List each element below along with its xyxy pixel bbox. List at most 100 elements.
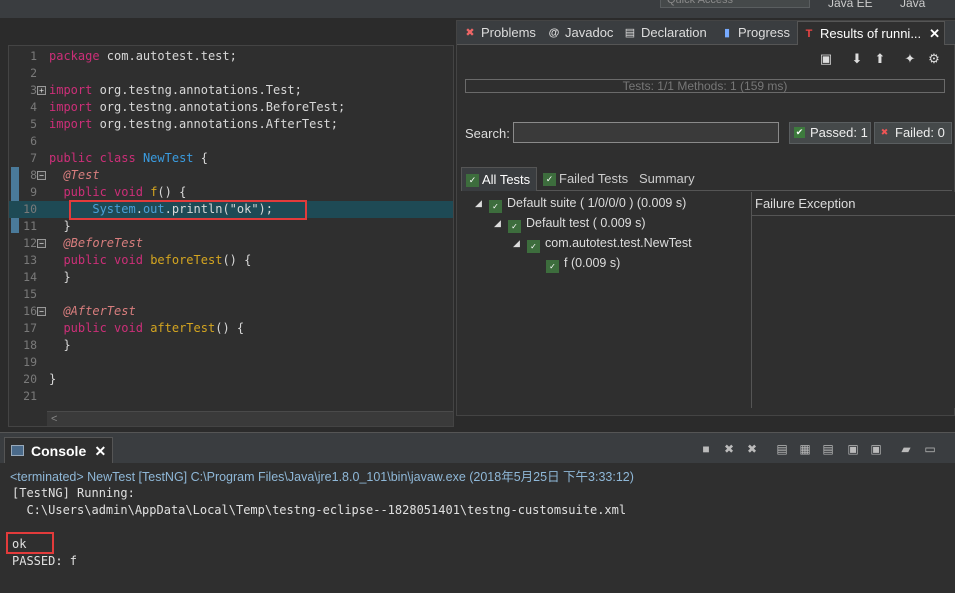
code-token: () { — [222, 253, 252, 267]
editor-horizontal-scrollbar[interactable]: < — [47, 411, 453, 426]
code-line[interactable]: 19 — [9, 354, 453, 371]
code-token: () { — [157, 185, 187, 199]
fold-toggle-icon[interactable]: − — [37, 171, 46, 180]
code-line[interactable]: 4 import org.testng.annotations.BeforeTes… — [9, 99, 453, 116]
code-line[interactable]: 17 public void afterTest() { — [9, 320, 453, 337]
code-line[interactable]: 15 — [9, 286, 453, 303]
perspective-java-ee[interactable]: Java EE — [828, 0, 873, 10]
expand-triangle-icon[interactable]: ◢ — [494, 214, 501, 232]
code-text: import org.testng.annotations.AfterTest; — [49, 116, 338, 133]
console-view: Console ✕ ■ ✖ ✖ ▤ ▦ ▤ ▣ ▣ ▰ ▭ <terminated… — [0, 432, 955, 593]
tree-node-suite[interactable]: ◢ ✓ Default suite ( 1/0/0/0 ) (0.009 s) — [475, 194, 687, 213]
line-number: 8 — [30, 168, 37, 182]
code-token: import — [49, 117, 93, 131]
failed-label: Failed: 0 — [895, 125, 945, 140]
tab-failed-tests-label: Failed Tests — [559, 171, 629, 186]
word-wrap-icon[interactable]: ▤ — [820, 441, 836, 457]
close-icon[interactable]: ✕ — [929, 22, 940, 46]
cross-icon: ✖ — [880, 127, 889, 137]
previous-failure-icon[interactable]: ⬆ — [871, 50, 889, 68]
show-on-output-icon[interactable]: ▣ — [845, 441, 861, 457]
tree-node-method[interactable]: ✓ f (0.009 s) — [546, 254, 621, 273]
perspective-java[interactable]: Java — [900, 0, 925, 10]
console-icon — [11, 445, 24, 456]
code-line[interactable]: 20} — [9, 371, 453, 388]
declaration-icon: ▤ — [624, 27, 636, 39]
tree-node-test[interactable]: ◢ ✓ Default test ( 0.009 s) — [494, 214, 646, 233]
code-line[interactable]: 8− @Test — [9, 167, 453, 184]
tab-console[interactable]: Console ✕ — [4, 437, 114, 464]
terminate-icon[interactable]: ■ — [698, 441, 714, 457]
console-tab-bar: Console ✕ ■ ✖ ✖ ▤ ▦ ▤ ▣ ▣ ▰ ▭ — [0, 433, 955, 463]
quick-access-input[interactable]: Quick Access — [660, 0, 810, 8]
tab-testng-results-label: Results of runni... — [820, 26, 922, 41]
code-line[interactable]: 18 } — [9, 337, 453, 354]
next-failure-icon[interactable]: ⬇ — [848, 50, 866, 68]
search-input[interactable] — [513, 122, 779, 143]
tab-testng-results[interactable]: T Results of runni... ✕ — [797, 21, 945, 45]
line-number: 21 — [23, 389, 37, 403]
tree-node-class[interactable]: ◢ ✓ com.autotest.test.NewTest — [513, 234, 692, 253]
rerun-icon[interactable]: ▣ — [817, 50, 835, 68]
code-token: beforeTest — [150, 253, 223, 267]
tab-summary[interactable]: Summary — [633, 167, 695, 191]
tab-progress[interactable]: ▮ Progress — [716, 21, 790, 45]
remove-all-icon[interactable]: ✖ — [744, 441, 760, 457]
code-line[interactable]: 3 + import org.testng.annotations.Test; — [9, 82, 453, 99]
remove-launch-icon[interactable]: ✖ — [721, 441, 737, 457]
code-line[interactable]: 5 import org.testng.annotations.AfterTest… — [9, 116, 453, 133]
tab-problems[interactable]: ✖ Problems — [459, 21, 536, 45]
code-line[interactable]: 11 } — [9, 218, 453, 235]
code-text: package com.autotest.test; — [49, 48, 237, 65]
show-on-error-icon[interactable]: ▣ — [868, 441, 884, 457]
scroll-lock-icon[interactable]: ▦ — [797, 441, 813, 457]
expand-triangle-icon[interactable]: ◢ — [475, 194, 482, 212]
tree-node-suite-label: Default suite ( 1/0/0/0 ) (0.009 s) — [507, 196, 687, 210]
code-text: public class NewTest { — [49, 150, 208, 167]
failure-exception-pane: Failure Exception — [751, 192, 955, 408]
code-line[interactable]: 14 } — [9, 269, 453, 286]
line-number: 20 — [23, 372, 37, 386]
tab-javadoc[interactable]: @ Javadoc — [543, 21, 614, 45]
code-text: } — [49, 337, 70, 354]
code-token: import — [49, 100, 93, 114]
code-line[interactable]: 12− @BeforeTest — [9, 235, 453, 252]
tab-all-tests[interactable]: ✓ All Tests — [461, 167, 537, 191]
pin-console-icon[interactable]: ▰ — [898, 441, 914, 457]
tab-failed-tests[interactable]: ✓ Failed Tests — [539, 167, 628, 191]
class-icon: ✓ — [527, 240, 540, 253]
code-line[interactable]: 16− @AfterTest — [9, 303, 453, 320]
close-icon[interactable]: ✕ — [95, 438, 107, 464]
code-line[interactable]: 13 public void beforeTest() { — [9, 252, 453, 269]
console-line: C:\Users\admin\AppData\Local\Temp\testng… — [12, 503, 627, 517]
failed-count[interactable]: ✖ Failed: 0 — [874, 122, 952, 144]
expand-triangle-icon[interactable]: ◢ — [513, 234, 520, 252]
line-number: 1 — [30, 49, 37, 63]
code-token: afterTest — [150, 321, 216, 335]
progress-icon: ▮ — [723, 27, 731, 39]
code-line[interactable]: 21 — [9, 388, 453, 405]
tab-declaration[interactable]: ▤ Declaration — [619, 21, 707, 45]
line-number: 2 — [30, 66, 37, 80]
code-text: import org.testng.annotations.Test; — [49, 82, 302, 99]
code-line[interactable]: 9 public void f() { — [9, 184, 453, 201]
code-editor[interactable]: 1 package com.autotest.test; 2 3 + import org… — [8, 45, 454, 427]
code-line[interactable]: 7 public class NewTest { — [9, 150, 453, 167]
rerun-failed-icon[interactable]: ✦ — [901, 50, 919, 68]
history-icon[interactable]: ⚙ — [925, 50, 943, 68]
fold-toggle-icon[interactable]: − — [37, 307, 46, 316]
code-line[interactable]: 6 — [9, 133, 453, 150]
fold-toggle-icon[interactable]: + — [37, 86, 46, 95]
line-number: 17 — [23, 321, 37, 335]
clear-console-icon[interactable]: ▤ — [774, 441, 790, 457]
tree-node-method-label: f (0.009 s) — [564, 256, 621, 270]
code-line[interactable]: 1 package com.autotest.test; — [9, 48, 453, 65]
code-line[interactable]: 2 — [9, 65, 453, 82]
fold-toggle-icon[interactable]: − — [37, 239, 46, 248]
code-text: } — [49, 269, 70, 286]
passed-count[interactable]: ✔ Passed: 1 — [789, 122, 871, 144]
display-console-icon[interactable]: ▭ — [922, 441, 938, 457]
